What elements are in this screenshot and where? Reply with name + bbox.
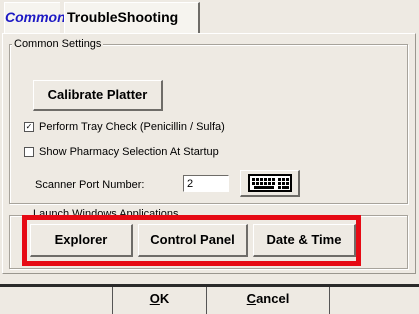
scanner-port-input[interactable] xyxy=(183,175,229,192)
cancel-button[interactable]: Cancel xyxy=(206,287,330,314)
cancel-mnemonic: C xyxy=(246,291,257,306)
pharmacy-selection-row[interactable]: Show Pharmacy Selection At Startup xyxy=(24,146,219,158)
tray-check-checkbox[interactable]: ✓ xyxy=(24,122,34,132)
explorer-button[interactable]: Explorer xyxy=(30,224,133,257)
footer-bar: OK Cancel xyxy=(0,284,419,314)
keyboard-button[interactable] xyxy=(240,170,300,197)
tab-common[interactable]: Common xyxy=(4,2,66,33)
pharmacy-selection-label: Show Pharmacy Selection At Startup xyxy=(39,146,219,158)
tab-strip: Common TroubleShooting xyxy=(0,0,419,36)
tray-check-row[interactable]: ✓ Perform Tray Check (Penicillin / Sulfa… xyxy=(24,121,225,133)
calibrate-platter-button[interactable]: Calibrate Platter xyxy=(33,80,163,111)
keyboard-icon xyxy=(247,174,292,192)
control-panel-button[interactable]: Control Panel xyxy=(138,224,248,257)
scanner-port-label: Scanner Port Number: xyxy=(35,179,145,191)
ok-mnemonic: O xyxy=(149,291,160,306)
launch-apps-legend: Launch Windows Applications xyxy=(31,208,181,220)
pharmacy-selection-checkbox[interactable] xyxy=(24,147,34,157)
cancel-label-rest: ancel xyxy=(256,291,290,306)
tray-check-label: Perform Tray Check (Penicillin / Sulfa) xyxy=(39,121,225,133)
common-settings-legend: Common Settings xyxy=(12,38,104,50)
tab-troubleshooting[interactable]: TroubleShooting xyxy=(64,2,200,33)
ok-label-rest: K xyxy=(159,291,170,306)
ok-button[interactable]: OK xyxy=(112,287,206,314)
date-time-button[interactable]: Date & Time xyxy=(253,224,356,257)
